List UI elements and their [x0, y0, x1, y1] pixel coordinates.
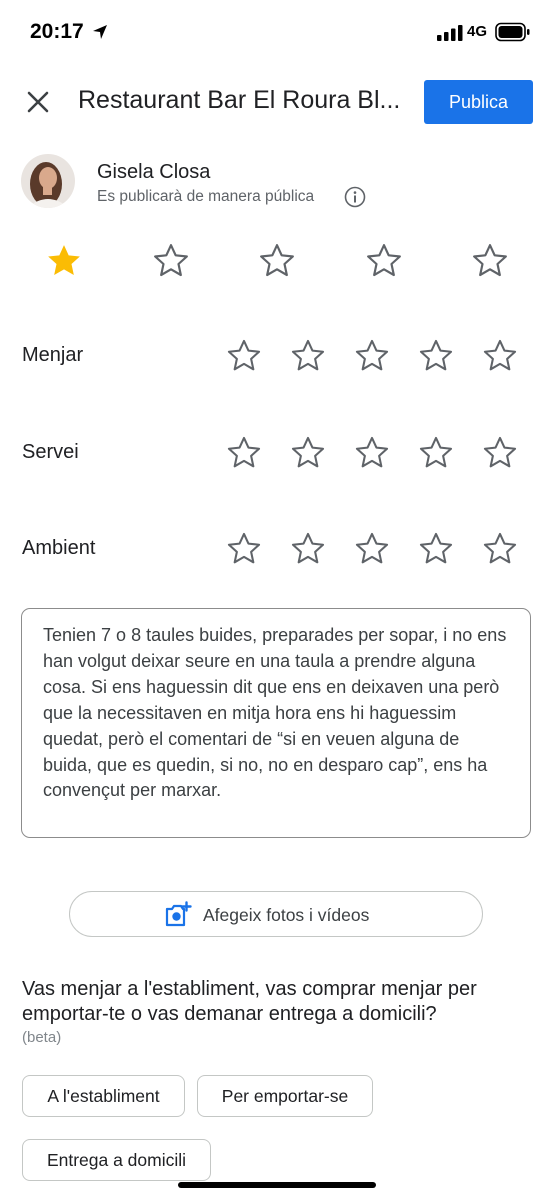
user-name: Gisela Closa — [97, 161, 211, 183]
ambient-star-1[interactable] — [225, 530, 263, 568]
menjar-star-2[interactable] — [289, 337, 327, 375]
ambient-star-2[interactable] — [289, 530, 327, 568]
servei-star-5[interactable] — [481, 434, 519, 472]
visibility-note: Es publicarà de manera pública — [97, 188, 315, 205]
place-title: Restaurant Bar El Roura Bl... — [78, 86, 401, 114]
category-label: Menjar — [22, 344, 84, 366]
location-arrow-icon — [93, 25, 107, 39]
overall-star-3[interactable] — [257, 241, 297, 281]
signal-icon — [437, 25, 463, 41]
servei-star-1[interactable] — [225, 434, 263, 472]
add-photos-button[interactable]: Afegeix fotos i vídeos — [69, 891, 483, 937]
publish-button[interactable]: Publica — [424, 80, 533, 124]
battery-icon — [495, 22, 530, 42]
ambient-star-3[interactable] — [353, 530, 391, 568]
servei-star-3[interactable] — [353, 434, 391, 472]
ambient-star-4[interactable] — [417, 530, 455, 568]
info-icon[interactable] — [344, 186, 366, 208]
close-icon[interactable] — [24, 88, 52, 116]
category-label: Ambient — [22, 537, 96, 559]
review-text: Tenien 7 o 8 taules buides, preparades p… — [43, 625, 507, 801]
dining-question: Vas menjar a l'establiment, vas comprar … — [22, 978, 477, 1025]
add-photos-label: Afegeix fotos i vídeos — [203, 905, 370, 925]
overall-star-5[interactable] — [470, 241, 510, 281]
category-label: Servei — [22, 441, 79, 463]
option-takeaway[interactable]: Per emportar-se — [197, 1075, 373, 1117]
avatar — [21, 154, 75, 208]
overall-star-4[interactable] — [364, 241, 404, 281]
servei-star-2[interactable] — [289, 434, 327, 472]
menjar-star-3[interactable] — [353, 337, 391, 375]
option-dine-in[interactable]: A l'establiment — [22, 1075, 185, 1117]
servei-star-4[interactable] — [417, 434, 455, 472]
beta-note: (beta) — [22, 1029, 62, 1046]
overall-star-2[interactable] — [151, 241, 191, 281]
network-type: 4G — [467, 23, 488, 40]
review-textarea[interactable]: Tenien 7 o 8 taules buides, preparades p… — [21, 608, 531, 838]
status-time: 20:17 — [30, 20, 84, 43]
home-indicator — [178, 1182, 376, 1188]
option-delivery[interactable]: Entrega a domicili — [22, 1139, 211, 1181]
menjar-star-5[interactable] — [481, 337, 519, 375]
menjar-star-1[interactable] — [225, 337, 263, 375]
menjar-star-4[interactable] — [417, 337, 455, 375]
ambient-star-5[interactable] — [481, 530, 519, 568]
overall-star-1[interactable] — [44, 241, 84, 281]
add-photo-icon — [165, 901, 192, 927]
